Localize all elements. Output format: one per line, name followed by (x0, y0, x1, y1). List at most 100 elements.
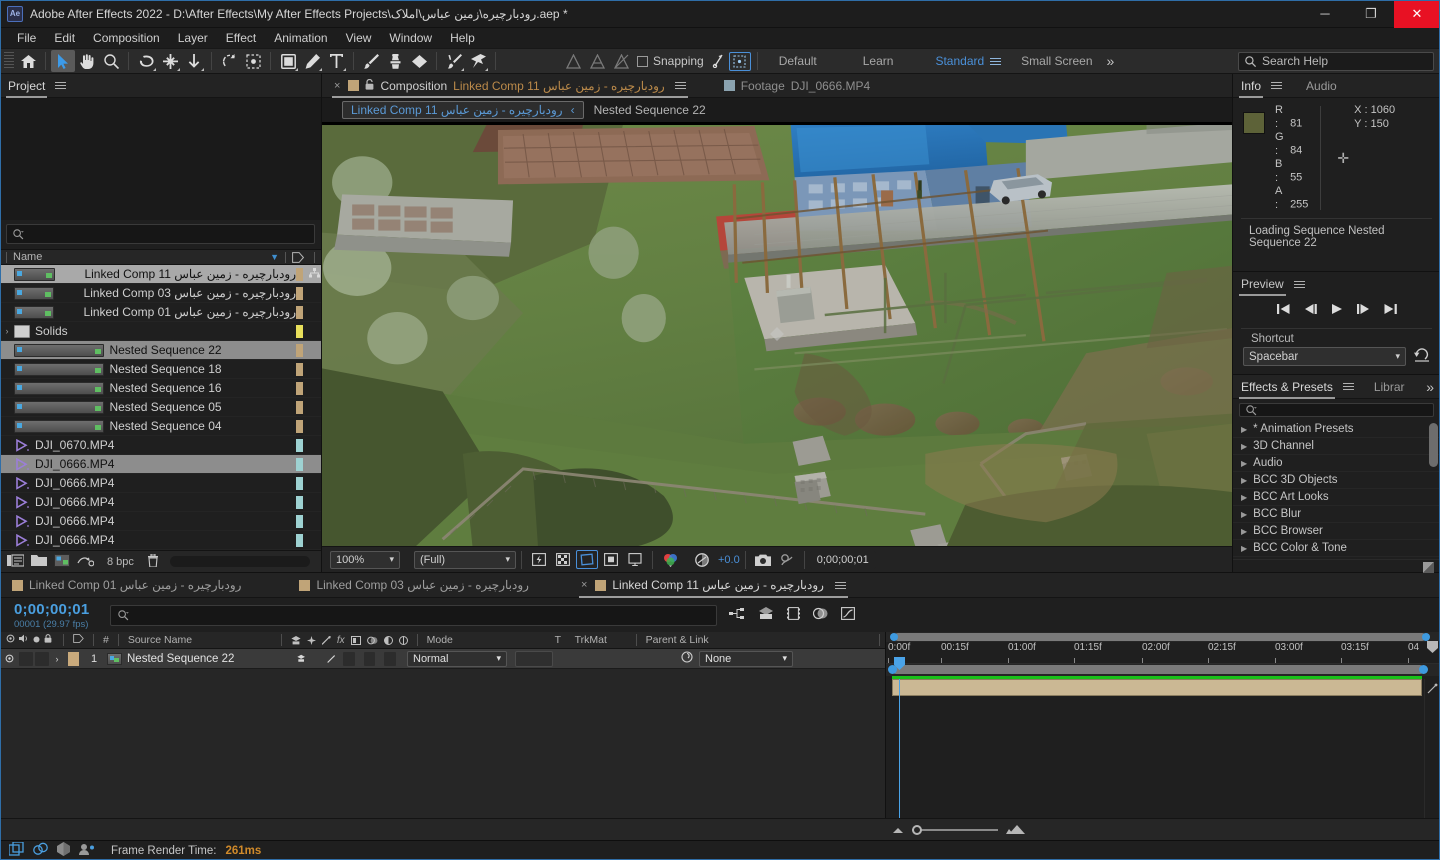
project-settings-icon[interactable] (77, 554, 95, 570)
timeline-tab-2[interactable]: × رودبارچیره - زمین عباس Linked Comp 11 (573, 573, 854, 598)
timeline-search-input[interactable] (110, 604, 717, 626)
menu-file[interactable]: File (8, 29, 45, 47)
snapping-checkbox[interactable] (637, 55, 648, 67)
pen-tool-icon[interactable] (300, 50, 324, 72)
sync-settings-icon[interactable] (33, 842, 48, 859)
layer-switch-box-3[interactable] (384, 651, 397, 666)
zoom-tool-icon[interactable] (99, 50, 123, 72)
project-row-5[interactable]: Nested Sequence 18 (0, 360, 321, 379)
resolution-dropdown[interactable]: (Full) ▾ (414, 550, 516, 569)
workspace-standard[interactable]: Standard (929, 54, 990, 68)
region-of-interest-icon[interactable] (241, 50, 265, 72)
timeline-tab-1[interactable]: رودبارچیره - زمین عباس Linked Comp 03 (291, 573, 536, 598)
project-row-9[interactable]: DJI_0670.MP4 (0, 436, 321, 455)
tab-audio[interactable]: Audio (1304, 74, 1339, 98)
snapping-toggle[interactable]: Snapping (637, 54, 704, 68)
snapping-arrow-icon[interactable] (704, 50, 728, 72)
timeline-layer-row[interactable]: › 1 Nested Sequence 22 Normal ▾ None ▾ (0, 649, 885, 669)
project-row-6[interactable]: Nested Sequence 16 (0, 379, 321, 398)
project-row-10[interactable]: DJI_0666.MP4 (0, 455, 321, 474)
project-row-13[interactable]: DJI_0666.MP4 (0, 512, 321, 531)
disclosure-triangle-icon[interactable]: ▶ (1241, 527, 1247, 536)
project-search-input[interactable] (6, 224, 315, 244)
label-swatch[interactable] (296, 362, 303, 376)
label-swatch[interactable] (296, 286, 303, 300)
layer-mode-dropdown[interactable]: Normal ▾ (407, 650, 507, 667)
panel-resize-corner[interactable] (1233, 558, 1440, 574)
layer-preserve-transparency-box[interactable] (515, 650, 553, 667)
work-area-handle-icon[interactable] (1427, 641, 1438, 656)
layer-label-swatch[interactable] (68, 651, 79, 666)
effects-row-3[interactable]: ▶ BCC 3D Objects (1233, 472, 1440, 490)
channel-rgb-icon[interactable] (659, 550, 681, 569)
zoom-slider-knob[interactable] (912, 824, 922, 835)
panel-overflow-icon[interactable]: » (1426, 379, 1434, 395)
show-snapshot-icon[interactable] (776, 550, 798, 569)
draft-3d-icon[interactable] (758, 607, 774, 623)
exposure-reset-icon[interactable] (691, 550, 713, 569)
effects-row-5[interactable]: ▶ BCC Blur (1233, 506, 1440, 524)
project-row-0[interactable]: رودبارچیره - زمین عباس Linked Comp 11 (0, 265, 321, 284)
timeline-current-time[interactable]: 0;00;00;01 00001 (29.97 fps) (0, 601, 110, 630)
last-frame-button[interactable] (1384, 303, 1397, 318)
layer-parent-dropdown[interactable]: None ▾ (699, 650, 793, 667)
next-frame-button[interactable] (1356, 303, 1370, 318)
layer-audio-toggle[interactable] (19, 651, 33, 666)
playhead[interactable] (894, 657, 905, 818)
tab-footage[interactable]: Footage DJI_0666.MP4 (718, 74, 876, 98)
timeline-zoom-slider[interactable] (912, 824, 998, 835)
transform-box-icon[interactable] (728, 51, 751, 71)
menu-layer[interactable]: Layer (169, 29, 217, 47)
sort-arrow-icon[interactable]: ▼ (270, 252, 279, 262)
home-icon[interactable] (16, 50, 40, 72)
layer-switch-box-1[interactable] (343, 651, 355, 666)
project-row-3[interactable]: › Solids (0, 322, 321, 341)
toggle-mask-visibility-icon[interactable] (576, 550, 598, 569)
close-icon[interactable]: × (581, 579, 587, 591)
search-help-input[interactable]: Search Help (1238, 51, 1434, 71)
unified-camera-tool-icon[interactable] (158, 50, 182, 72)
interpret-footage-icon[interactable] (7, 553, 25, 570)
project-row-4[interactable]: Nested Sequence 22 (0, 341, 321, 360)
layer-video-toggle[interactable] (0, 654, 18, 663)
shape-tool-icon[interactable] (276, 50, 300, 72)
workspace-overflow-icon[interactable]: » (1099, 53, 1123, 69)
column-header-name[interactable]: Name (13, 251, 42, 263)
label-swatch[interactable] (296, 419, 303, 433)
exposure-value[interactable]: +0.0 (718, 554, 740, 566)
play-button[interactable] (1331, 303, 1343, 318)
label-swatch[interactable] (296, 476, 303, 490)
breadcrumb-next-label[interactable]: Nested Sequence 22 (594, 103, 706, 117)
menu-help[interactable]: Help (441, 29, 484, 47)
effects-row-0[interactable]: ▶ * Animation Presets (1233, 421, 1440, 439)
toggle-transparency-grid-icon[interactable] (552, 550, 574, 569)
first-frame-button[interactable] (1276, 303, 1290, 318)
layer-duration-bar[interactable] (892, 679, 1422, 696)
hand-tool-icon[interactable] (75, 50, 99, 72)
effects-panel-menu-icon[interactable] (1342, 383, 1354, 390)
tab-libraries[interactable]: Librar (1372, 375, 1407, 399)
effects-scrollbar[interactable] (1429, 423, 1438, 468)
lock-icon[interactable] (365, 78, 374, 93)
label-swatch[interactable] (296, 343, 303, 357)
close-button[interactable]: ✕ (1394, 0, 1440, 28)
workspace-learn[interactable]: Learn (857, 54, 900, 68)
tab-info[interactable]: Info (1239, 74, 1264, 98)
effects-category-list[interactable]: ▶ * Animation Presets ▶ 3D Channel ▶ Audio … (1233, 421, 1440, 558)
label-swatch[interactable] (296, 438, 303, 452)
rotate-orbit-icon[interactable] (217, 50, 241, 72)
breadcrumb-current-comp[interactable]: رودبارچیره - زمین عباس Linked Comp 11 ‹ (342, 101, 584, 119)
rotation-tool-icon[interactable] (134, 50, 158, 72)
workspace-small-screen[interactable]: Small Screen (1015, 54, 1098, 68)
workspace-menu-icon[interactable] (990, 57, 1002, 65)
parent-link-header[interactable]: Parent & Link (642, 634, 762, 646)
minimize-button[interactable]: ─ (1302, 0, 1348, 28)
disclosure-triangle-icon[interactable]: ▶ (1241, 442, 1247, 451)
zoom-in-icon[interactable] (1006, 823, 1026, 837)
disclosure-triangle-icon[interactable]: ▶ (1241, 425, 1247, 434)
trkmat-header[interactable]: TrkMat (571, 634, 631, 646)
layer-source-name[interactable]: Nested Sequence 22 (127, 653, 277, 665)
workspace-default[interactable]: Default (773, 54, 823, 68)
label-swatch[interactable] (296, 381, 303, 395)
team-projects-icon[interactable] (57, 842, 70, 859)
